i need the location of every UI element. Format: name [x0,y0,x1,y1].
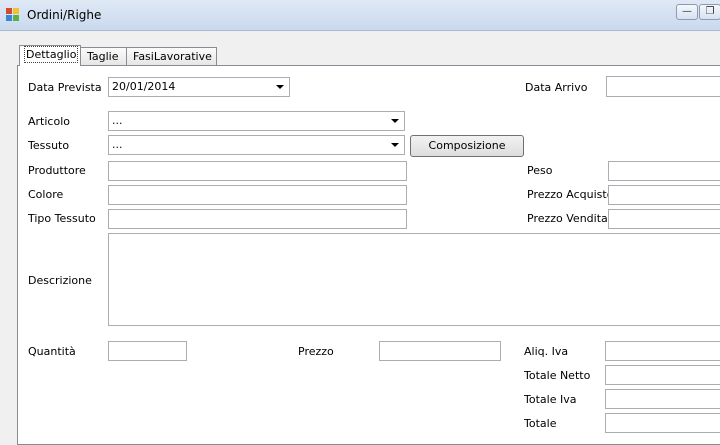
descrizione-label: Descrizione [28,274,92,287]
data-prevista-label: Data Prevista [28,81,102,94]
data-prevista-datepicker[interactable]: 20/01/2014 [108,77,290,97]
tipo-tessuto-field[interactable] [108,209,407,229]
chevron-down-icon [276,85,284,89]
totale-iva-field[interactable] [605,389,720,409]
minimize-icon: — [682,6,692,17]
aliq-iva-field[interactable] [605,341,720,361]
title-bar[interactable]: Ordini/Righe — ❐ [0,0,720,31]
descrizione-textarea[interactable] [108,233,720,326]
chevron-down-icon [391,119,399,123]
window-title: Ordini/Righe [27,8,102,22]
prezzo-vendita-field[interactable] [608,209,720,229]
data-arrivo-label: Data Arrivo [525,81,588,94]
data-prevista-value: 20/01/2014 [112,80,176,93]
articolo-combobox[interactable]: ... [108,111,405,131]
aliq-iva-label: Aliq. Iva [524,345,569,358]
colore-field[interactable] [108,185,407,205]
totale-netto-label: Totale Netto [524,369,591,382]
chevron-down-icon [391,143,399,147]
totale-label: Totale [524,417,557,430]
produttore-label: Produttore [28,164,86,177]
totale-field[interactable] [605,413,720,433]
maximize-icon: ❐ [705,6,715,17]
quantita-label: Quantità [28,345,76,358]
data-arrivo-field[interactable] [606,76,720,97]
articolo-value: ... [112,114,123,127]
tessuto-combobox[interactable]: ... [108,135,405,155]
tab-dettaglio[interactable]: Dettaglio [19,45,81,66]
composizione-button[interactable]: Composizione [410,135,524,157]
peso-field[interactable] [608,161,720,181]
quantita-field[interactable] [108,341,187,361]
tab-fasilavorative[interactable]: FasiLavorative [126,47,217,65]
tessuto-value: ... [112,138,123,151]
prezzo-label: Prezzo [298,345,334,358]
app-icon [6,8,20,22]
prezzo-acquisto-label: Prezzo Acquisto [527,188,614,201]
tab-dettaglio-label: Dettaglio [23,46,79,63]
prezzo-field[interactable] [379,341,501,361]
tab-fasilavorative-label: FasiLavorative [133,50,212,63]
tab-taglie-label: Taglie [87,50,119,63]
articolo-label: Articolo [28,115,70,128]
maximize-button[interactable]: ❐ [699,4,720,20]
prezzo-vendita-label: Prezzo Vendita [527,212,608,225]
prezzo-acquisto-field[interactable] [608,185,720,205]
window-client-area: Dettaglio Taglie FasiLavorative Data Pre… [0,31,720,445]
produttore-field[interactable] [108,161,407,181]
peso-label: Peso [527,164,553,177]
tab-taglie[interactable]: Taglie [80,47,127,65]
colore-label: Colore [28,188,64,201]
minimize-button[interactable]: — [676,4,698,20]
totale-iva-label: Totale Iva [524,393,577,406]
totale-netto-field[interactable] [605,365,720,385]
tessuto-label: Tessuto [28,139,70,152]
tipo-tessuto-label: Tipo Tessuto [28,212,96,225]
